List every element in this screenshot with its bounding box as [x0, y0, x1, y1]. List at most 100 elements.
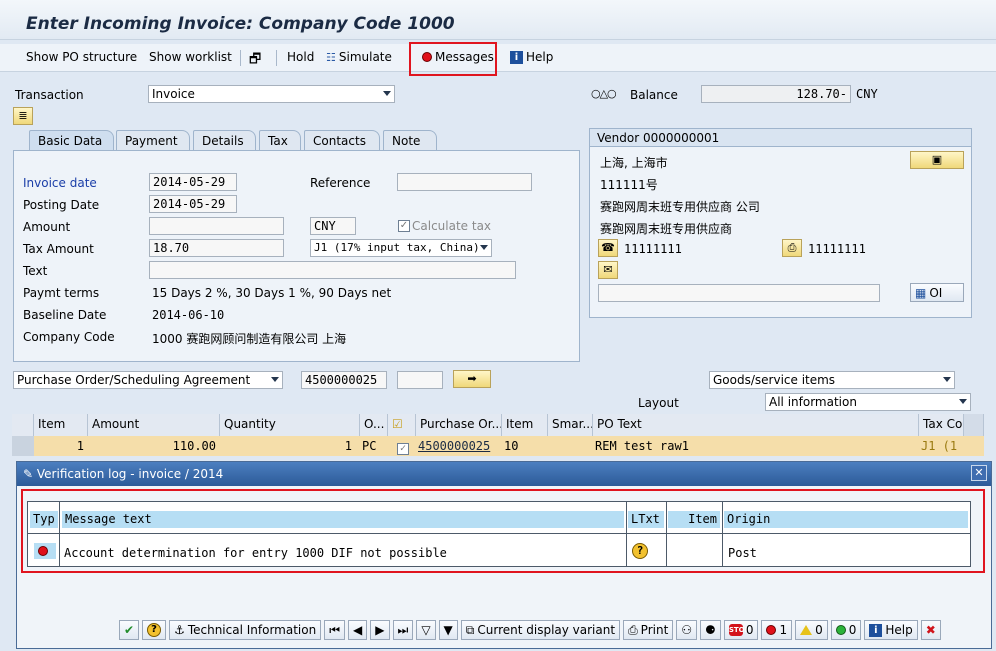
arrow-right-icon[interactable]: ➡ — [453, 370, 491, 388]
amount-cell[interactable]: 110.00 — [88, 439, 216, 453]
dialog-help-button[interactable]: i Help — [864, 620, 918, 640]
scrollbar[interactable] — [964, 414, 984, 436]
document-icon[interactable]: ≣ — [13, 107, 33, 125]
find-next-button[interactable]: ⚈ — [700, 620, 721, 640]
help-button[interactable]: ? — [142, 620, 167, 640]
column-header[interactable]: ☑ — [388, 414, 416, 436]
print-button[interactable]: ⎙ Print — [623, 620, 674, 640]
vendor-detail-icon[interactable]: ▣ — [910, 151, 964, 169]
stop-icon: STOP — [728, 624, 750, 636]
filter-button[interactable]: ▽ — [416, 620, 436, 640]
tab-payment[interactable]: Payment — [116, 130, 190, 150]
column-header[interactable]: Quantity — [220, 414, 360, 436]
po-link[interactable]: 4500000025 — [418, 439, 490, 453]
chevron-down-icon — [959, 399, 967, 404]
tax-code-cell[interactable]: J1 (1 — [921, 439, 957, 453]
currency-field[interactable]: CNY — [310, 217, 356, 235]
layout-icon: ⧉ — [465, 622, 475, 637]
cancel-button[interactable]: ✖ — [920, 620, 941, 640]
po-item-field[interactable] — [397, 371, 443, 389]
reference-doc-type-select[interactable]: Purchase Order/Scheduling Agreement — [13, 371, 283, 389]
invoice-date-field[interactable]: 2014-05-29 — [149, 173, 237, 191]
po-item-cell: 10 — [504, 439, 519, 453]
success-filter-button[interactable]: 0 — [830, 620, 862, 640]
row-selector-header[interactable] — [12, 414, 34, 436]
help-button[interactable]: i Help — [510, 50, 553, 64]
hold-button[interactable]: Hold — [287, 50, 314, 64]
company-code-value: 1000 赛跑网顾问制造有限公司 上海 — [152, 332, 347, 346]
column-header[interactable]: Typ — [30, 511, 58, 528]
po-number-field[interactable]: 4500000025 — [301, 371, 387, 389]
column-header[interactable]: Item — [502, 414, 548, 436]
previous-page-icon: ◀ — [353, 623, 363, 637]
first-page-button[interactable]: ⏮ — [324, 620, 346, 640]
calculate-tax-checkbox[interactable]: ✓ Calculate tax — [398, 219, 491, 233]
tab-tax[interactable]: Tax — [259, 130, 301, 150]
layout-select[interactable]: All information — [765, 393, 971, 411]
document-change-icon: 🗗 — [249, 52, 262, 67]
email-icon[interactable]: ✉ — [598, 261, 618, 279]
column-header[interactable]: O... — [360, 414, 388, 436]
column-header[interactable]: Item — [34, 414, 88, 436]
transaction-select[interactable]: Invoice — [148, 85, 395, 103]
previous-page-button[interactable]: ◀ — [348, 620, 368, 640]
amount-field[interactable] — [149, 217, 284, 235]
goods-service-select[interactable]: Goods/service items — [709, 371, 955, 389]
tab-note[interactable]: Note — [383, 130, 437, 150]
tab-contacts[interactable]: Contacts — [304, 130, 380, 150]
long-text-button[interactable]: ? — [632, 543, 648, 559]
simulate-button[interactable]: ☷ Simulate — [326, 50, 392, 64]
continue-button[interactable]: ✔ — [119, 620, 140, 640]
show-worklist-button[interactable]: Show worklist — [149, 50, 232, 64]
error-filter-button[interactable]: 1 — [761, 620, 793, 640]
transaction-label: Transaction — [15, 88, 84, 102]
fax-icon[interactable]: ⎙ — [782, 239, 802, 257]
vendor-name-line: 赛跑网周末班专用供应商 公司 — [600, 200, 760, 214]
tax-code-select[interactable]: J1 (17% input tax, China) — [310, 239, 492, 257]
column-header[interactable]: Message text — [62, 511, 624, 528]
show-po-structure-button[interactable]: Show PO structure — [26, 50, 137, 64]
glasses-icon: ⚓ — [174, 623, 185, 637]
vendor-bank-field[interactable] — [598, 284, 880, 302]
sort-button[interactable]: ▼ — [438, 620, 458, 640]
ok-checkbox[interactable]: ✓ — [397, 440, 409, 455]
row-selector[interactable] — [12, 436, 34, 456]
column-header[interactable]: Amount — [88, 414, 220, 436]
reference-field[interactable] — [397, 173, 532, 191]
column-header[interactable]: PO Text — [593, 414, 919, 436]
column-header[interactable]: Origin — [724, 511, 968, 528]
column-header[interactable]: Item — [668, 511, 720, 528]
last-page-icon: ⏭ — [397, 622, 409, 637]
paymt-terms-label: Paymt terms — [23, 286, 100, 300]
current-display-variant-button[interactable]: ⧉ Current display variant — [460, 620, 621, 640]
toolbar-separator — [276, 50, 277, 66]
technical-information-button[interactable]: ⚓ Technical Information — [169, 620, 322, 640]
column-header[interactable]: LTxt — [628, 511, 664, 528]
open-items-button[interactable]: ▦ OI — [910, 283, 964, 302]
phone-icon[interactable]: ☎ — [598, 239, 618, 257]
vendor-address-line: 111111号 — [600, 178, 658, 192]
column-header[interactable]: Purchase Or... — [416, 414, 502, 436]
stop-filter-button[interactable]: STOP 0 — [723, 620, 759, 640]
column-header[interactable]: Smar... — [548, 414, 593, 436]
next-page-button[interactable]: ▶ — [370, 620, 390, 640]
posting-date-field[interactable]: 2014-05-29 — [149, 195, 237, 213]
warning-filter-button[interactable]: 0 — [795, 620, 828, 640]
tab-basic-data[interactable]: Basic Data — [29, 130, 114, 150]
find-button[interactable]: ⚇ — [676, 620, 698, 640]
message-text-cell[interactable]: Account determination for entry 1000 DIF… — [64, 546, 447, 560]
column-header[interactable]: Tax Cod — [919, 414, 964, 436]
sort-icon: ▼ — [443, 623, 453, 637]
table-row[interactable]: 1 110.00 1 PC ✓ 4500000025 10 REM test r… — [12, 436, 984, 456]
change-view-button[interactable]: 🗗 — [249, 50, 261, 72]
close-icon[interactable]: ✕ — [971, 465, 987, 481]
text-field[interactable] — [149, 261, 516, 279]
balance-field: 128.70- — [701, 85, 851, 103]
tab-details[interactable]: Details — [193, 130, 256, 150]
chevron-down-icon — [943, 377, 951, 382]
quantity-cell[interactable]: 1 — [220, 439, 352, 453]
posting-date-label: Posting Date — [23, 198, 100, 212]
toolbar-separator — [240, 50, 241, 66]
tax-amount-field[interactable]: 18.70 — [149, 239, 284, 257]
last-page-button[interactable]: ⏭ — [392, 620, 414, 640]
